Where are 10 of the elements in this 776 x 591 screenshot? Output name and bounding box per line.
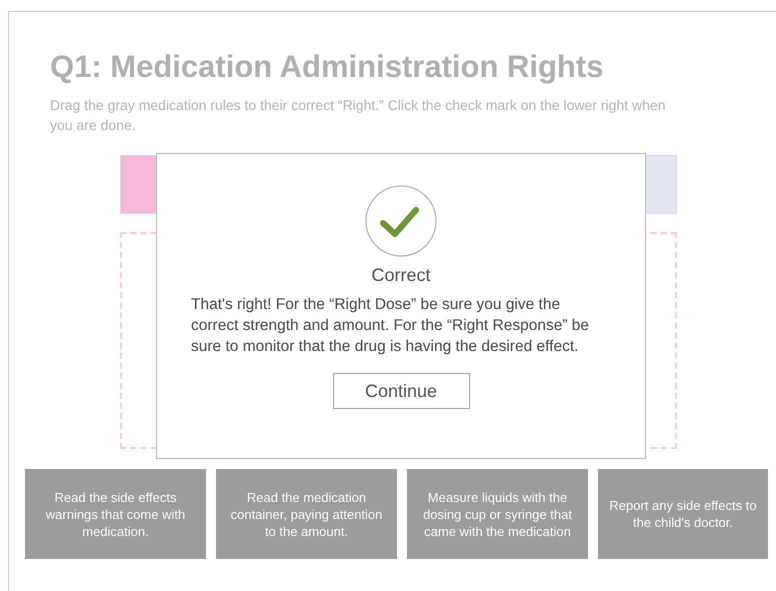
rule-card[interactable]: Measure liquids with the dosing cup or syringe that came with the medication — [407, 469, 588, 559]
instructions-text: Drag the gray medication rules to their correct “Right.” Click the check mark on the lower right when you are done. — [50, 96, 666, 135]
rule-card[interactable]: Report any side effects to the child's doctor. — [598, 469, 768, 559]
continue-button[interactable]: Continue — [332, 373, 470, 409]
dialog-message: That's right! For the “Right Dose” be sure you give the correct strength and amount. For the “Right Response” be sure to monitor that the drug is having the desired effect. — [191, 295, 590, 357]
question-title: Q1: Medication Administration Rights — [50, 49, 604, 85]
checkmark-icon — [365, 185, 437, 257]
rule-card[interactable]: Read the side effects warnings that come with medication. — [25, 469, 206, 559]
rule-card[interactable]: Read the medication container, paying attention to the amount. — [216, 469, 397, 559]
dialog-heading: Correct — [371, 265, 430, 286]
